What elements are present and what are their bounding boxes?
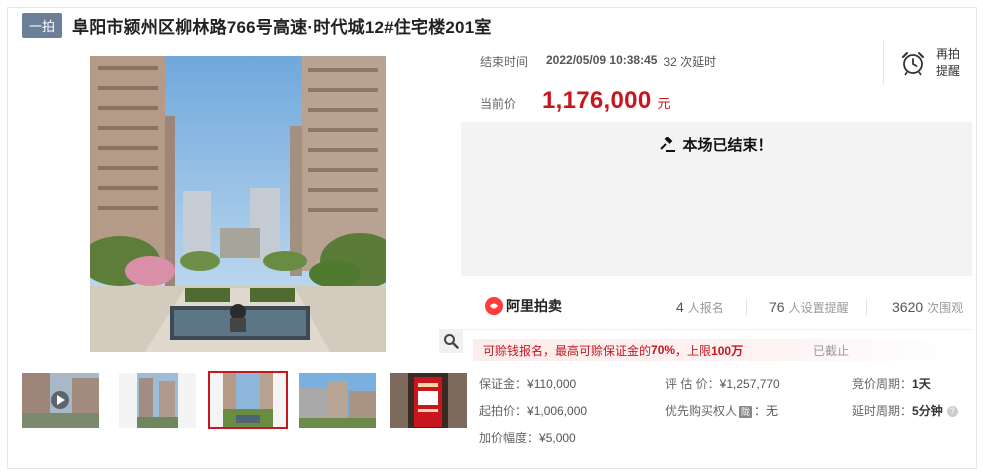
ali-auction-logo: 阿里拍卖 xyxy=(485,296,562,316)
signup-stat: 4 人报名 xyxy=(676,299,724,316)
increment-value: ¥5,000 xyxy=(539,431,576,445)
help-icon[interactable]: ? xyxy=(946,406,958,418)
deposit-value: ¥110,000 xyxy=(527,377,577,391)
deposit-item: 保证金：¥110,000 xyxy=(479,375,576,392)
notice-text-a: 可赊钱报名，最高可赊保证金的 xyxy=(483,343,652,358)
reminder-label-line1: 再拍 xyxy=(936,47,961,61)
auction-ended-text: 本场已结束！ xyxy=(682,137,773,154)
notice-limit: 100万 xyxy=(711,343,744,358)
bid-period-label: 竞价周期： xyxy=(852,377,913,391)
current-price-row: 当前价 1,176,000 元 xyxy=(480,87,671,115)
deposit-label: 保证金： xyxy=(479,377,528,391)
delay-period-label: 延时周期： xyxy=(852,404,913,418)
brand-name: 阿里拍卖 xyxy=(506,298,562,314)
priority-buyer-item: 优先购买权人陇：无 xyxy=(665,402,778,419)
thumbnail-3-selected[interactable] xyxy=(208,371,288,429)
view-label: 次围观 xyxy=(927,301,964,315)
current-price-label: 当前价 xyxy=(480,97,517,111)
thumbnail-5[interactable] xyxy=(390,373,467,428)
reminder-label-line2: 提醒 xyxy=(936,64,961,78)
thumbnail-4[interactable] xyxy=(299,373,376,428)
divider xyxy=(866,298,867,316)
extension-count: 32 次延时 xyxy=(663,55,717,69)
signup-label: 人报名 xyxy=(687,301,724,315)
alarm-clock-icon xyxy=(900,50,926,76)
priority-buyer-label: 优先购买权人 xyxy=(665,404,738,418)
stats-row: 阿里拍卖 4 人报名 76 人设置提醒 3620 次围观 xyxy=(461,286,972,330)
current-price-value: 1,176,000 xyxy=(542,87,652,114)
start-price-value: ¥1,006,000 xyxy=(527,404,588,418)
bid-period-item: 竞价周期：1天 xyxy=(852,375,931,392)
appraisal-item: 评 估 价：¥1,257,770 xyxy=(665,375,780,392)
priority-buyer-value: ：无 xyxy=(754,404,779,418)
credit-signup-notice[interactable]: 可赊钱报名，最高可赊保证金的 70% ，上限 100万 已截止 xyxy=(473,339,963,361)
increment-label: 加价幅度： xyxy=(479,431,540,445)
re-auction-reminder-button[interactable]: 再拍 提醒 xyxy=(883,41,972,85)
start-price-item: 起拍价：¥1,006,000 xyxy=(479,402,587,419)
ali-logo-icon xyxy=(485,297,503,315)
zoom-icon[interactable] xyxy=(439,329,463,353)
title-row: 一拍 阜阳市颍州区柳林路766号高速·时代城12#住宅楼201室 xyxy=(22,12,492,38)
increment-item: 加价幅度：¥5,000 xyxy=(479,429,576,446)
reminder-count: 76 xyxy=(769,299,785,315)
thumbnail-2[interactable] xyxy=(119,373,196,428)
priority-info-badge[interactable]: 陇 xyxy=(739,405,753,418)
gavel-icon xyxy=(660,136,676,153)
appraisal-label: 评 估 价： xyxy=(665,377,720,391)
page-title: 阜阳市颍州区柳林路766号高速·时代城12#住宅楼201室 xyxy=(72,17,492,37)
end-time-value: 2022/05/09 10:38:45 xyxy=(546,53,658,67)
auction-ended-box: 本场已结束！ xyxy=(461,122,972,276)
signup-count: 4 xyxy=(676,299,684,315)
bid-period-value: 1天 xyxy=(912,377,931,391)
notice-text-b: ，上限 xyxy=(675,343,712,358)
view-count: 3620 xyxy=(892,299,924,315)
auction-round-tag: 一拍 xyxy=(22,12,63,38)
delay-period-value: 5分钟 xyxy=(912,404,943,418)
divider xyxy=(746,298,747,316)
main-property-photo[interactable] xyxy=(90,56,386,352)
notice-percent: 70% xyxy=(651,343,676,357)
end-time-label: 结束时间 xyxy=(480,55,529,69)
notice-status: 已截止 xyxy=(813,343,850,358)
price-unit: 元 xyxy=(657,96,671,111)
view-stat: 3620 次围观 xyxy=(892,299,963,316)
reminder-count-label: 人设置提醒 xyxy=(788,301,849,315)
start-price-label: 起拍价： xyxy=(479,404,528,418)
end-time-row: 结束时间 2022/05/09 10:38:45 32 次延时 xyxy=(480,53,716,70)
appraisal-value: ¥1,257,770 xyxy=(719,377,780,391)
reminder-stat: 76 人设置提醒 xyxy=(769,299,849,316)
thumbnail-video[interactable] xyxy=(22,373,99,428)
delay-period-item: 延时周期：5分钟? xyxy=(852,402,958,419)
